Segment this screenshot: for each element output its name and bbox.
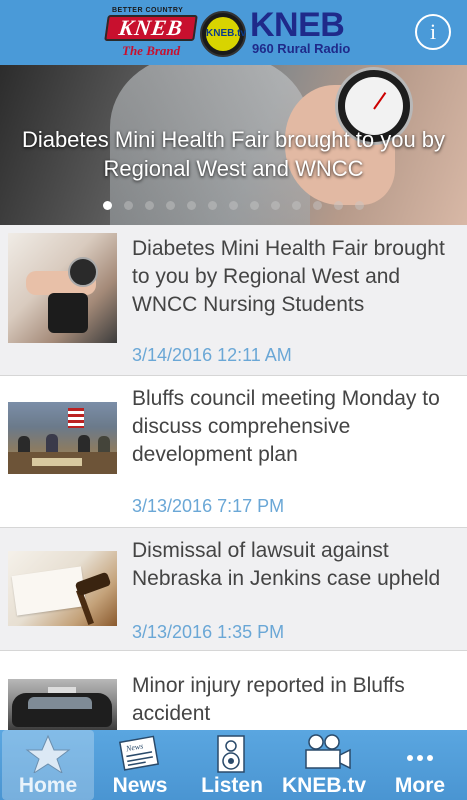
slider-dot[interactable] [229,201,238,210]
featured-title: Diabetes Mini Health Fair brought to you… [21,127,446,181]
slider-dot[interactable] [271,201,280,210]
tab-home-label: Home [18,774,78,797]
ellipsis-icon [374,733,466,773]
police-car-thumbnail [8,679,117,730]
article-title: Diabetes Mini Health Fair brought to you… [132,237,445,316]
slider-dot[interactable] [187,201,196,210]
logo-better-country: BETTER COUNTRY [112,7,184,14]
article-title: Bluffs council meeting Monday to discuss… [132,387,440,466]
kneb-brand-logo: BETTER COUNTRY KNEB The Brand [104,5,198,61]
slider-dot[interactable] [166,201,175,210]
tab-news[interactable]: News News [94,730,186,800]
blood-pressure-thumbnail [8,233,117,343]
tab-kneb-tv[interactable]: KNEB.tv [278,730,370,800]
tab-home[interactable]: Home [2,730,94,800]
station-logo: BETTER COUNTRY KNEB The Brand KNEB.tv KN… [104,5,366,61]
logo-the-brand: The Brand [122,43,181,58]
article-date: 3/14/2016 12:11 AM [132,345,292,365]
list-item[interactable]: Diabetes Mini Health Fair brought to you… [0,225,467,376]
slider-dot[interactable] [208,201,217,210]
speaker-icon [186,733,278,773]
article-title: Minor injury reported in Bluffs accident [132,674,405,725]
slider-dot[interactable] [313,201,322,210]
kneb-tv-logo: KNEB.tv [200,11,246,57]
tab-more[interactable]: More [374,730,466,800]
info-icon: i [429,19,437,44]
logo-kneb-big: KNEB [250,6,345,44]
slider-dot[interactable] [250,201,259,210]
slider-dot[interactable] [103,201,112,210]
tab-listen-label: Listen [201,774,263,797]
logo-kneb-red: KNEB [104,15,198,41]
info-button[interactable]: i [415,14,451,50]
slider-dot[interactable] [355,201,364,210]
logo-kneb-tv-text: KNEB.tv [206,17,246,51]
list-item[interactable]: Bluffs council meeting Monday to discuss… [0,376,467,528]
bottom-tab-bar: Home News News Listen KNEB.tv More [0,730,467,800]
list-item[interactable]: Dismissal of lawsuit against Nebraska in… [0,528,467,651]
video-camera-icon [278,733,370,773]
article-title: Dismissal of lawsuit against Nebraska in… [132,539,441,590]
slider-page-dots[interactable] [0,197,467,215]
slider-dot[interactable] [334,201,343,210]
newspaper-icon: News [94,733,186,773]
tab-news-label: News [112,774,168,797]
gauge-needle [373,92,387,110]
list-item[interactable]: Minor injury reported in Bluffs accident [0,651,467,730]
app-header: BETTER COUNTRY KNEB The Brand KNEB.tv KN… [0,0,467,65]
logo-station: 960 Rural Radio [252,41,351,56]
tab-more-label: More [394,774,446,797]
article-date: 3/13/2016 1:35 PM [132,622,285,642]
article-list[interactable]: Diabetes Mini Health Fair brought to you… [0,225,467,730]
tab-kneb-tv-label: KNEB.tv [281,774,366,797]
slider-dot[interactable] [124,201,133,210]
slider-dot[interactable] [292,201,301,210]
article-date: 3/13/2016 7:17 PM [132,496,285,516]
star-icon [2,733,94,775]
council-meeting-thumbnail [8,402,117,474]
gavel-thumbnail [8,551,117,626]
slider-dot[interactable] [145,201,154,210]
tab-listen[interactable]: Listen [186,730,278,800]
